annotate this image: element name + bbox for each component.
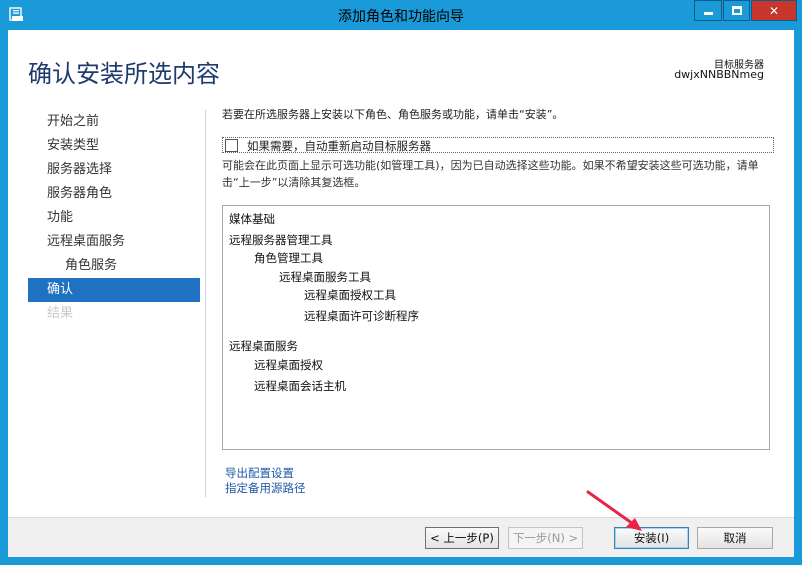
- wizard-nav: 开始之前 安装类型 服务器选择 服务器角色 功能 远程桌面服务 角色服务 确认 …: [28, 110, 200, 326]
- wizard-window: 添加角色和功能向导 ✕ 确认安装所选内容 目标服务器 dwjxNNBBNmeg …: [0, 0, 802, 565]
- nav-item-remote-desktop-services[interactable]: 远程桌面服务: [28, 230, 200, 254]
- button-bar: < 上一步(P) 下一步(N) > 安装(I) 取消: [8, 517, 794, 557]
- list-item: 远程桌面服务: [229, 339, 298, 353]
- list-item: 角色管理工具: [254, 251, 323, 265]
- list-item: 远程桌面许可诊断程序: [304, 309, 419, 323]
- list-item: 远程桌面会话主机: [254, 379, 346, 393]
- list-item: 远程桌面授权: [254, 358, 323, 372]
- list-item: 远程桌面授权工具: [304, 288, 396, 302]
- restart-checkbox-label[interactable]: 如果需要，自动重新启动目标服务器: [247, 138, 431, 154]
- links-area: 导出配置设置 指定备用源路径: [225, 466, 306, 496]
- nav-item-role-services[interactable]: 角色服务: [28, 254, 200, 278]
- list-item: 远程服务器管理工具: [229, 233, 333, 247]
- export-config-link[interactable]: 导出配置设置: [225, 466, 306, 481]
- wizard-body: 确认安装所选内容 目标服务器 dwjxNNBBNmeg 开始之前 安装类型 服务…: [8, 30, 794, 557]
- alternate-source-link[interactable]: 指定备用源路径: [225, 481, 306, 496]
- nav-item-before-you-begin[interactable]: 开始之前: [28, 110, 200, 134]
- nav-divider: [205, 110, 206, 497]
- minimize-button[interactable]: [694, 0, 722, 21]
- nav-item-installation-type[interactable]: 安装类型: [28, 134, 200, 158]
- cancel-button[interactable]: 取消: [697, 527, 773, 549]
- title-bar[interactable]: 添加角色和功能向导 ✕: [0, 0, 802, 30]
- close-button[interactable]: ✕: [751, 0, 797, 21]
- list-item: 媒体基础: [229, 212, 275, 226]
- nav-item-confirmation[interactable]: 确认: [28, 278, 200, 302]
- install-button[interactable]: 安装(I): [614, 527, 689, 549]
- nav-item-server-roles[interactable]: 服务器角色: [28, 182, 200, 206]
- close-icon: ✕: [768, 3, 780, 18]
- nav-item-server-selection[interactable]: 服务器选择: [28, 158, 200, 182]
- selection-list[interactable]: 媒体基础 远程服务器管理工具 角色管理工具 远程桌面服务工具 远程桌面授权工具 …: [222, 205, 770, 450]
- window-title: 添加角色和功能向导: [338, 9, 464, 25]
- target-server-name: dwjxNNBBNmeg: [674, 68, 764, 81]
- confirmation-content: 若要在所选服务器上安装以下角色、角色服务或功能，请单击“安装”。 如果需要，自动…: [222, 106, 774, 495]
- optional-features-note: 可能会在此页面上显示可选功能(如管理工具)，因为已自动选择这些功能。如果不希望安…: [222, 159, 759, 189]
- minimize-icon: [703, 12, 713, 15]
- restart-option[interactable]: 如果需要，自动重新启动目标服务器: [222, 137, 774, 153]
- nav-item-features[interactable]: 功能: [28, 206, 200, 230]
- maximize-icon: [731, 6, 742, 15]
- page-title: 确认安装所选内容: [28, 60, 220, 88]
- restart-checkbox[interactable]: [225, 139, 238, 152]
- next-button: 下一步(N) >: [508, 527, 583, 549]
- previous-button[interactable]: < 上一步(P): [425, 527, 499, 549]
- maximize-button[interactable]: [723, 0, 750, 21]
- intro-text: 若要在所选服务器上安装以下角色、角色服务或功能，请单击“安装”。: [222, 108, 564, 121]
- list-item: 远程桌面服务工具: [279, 270, 371, 284]
- nav-item-results: 结果: [47, 306, 74, 321]
